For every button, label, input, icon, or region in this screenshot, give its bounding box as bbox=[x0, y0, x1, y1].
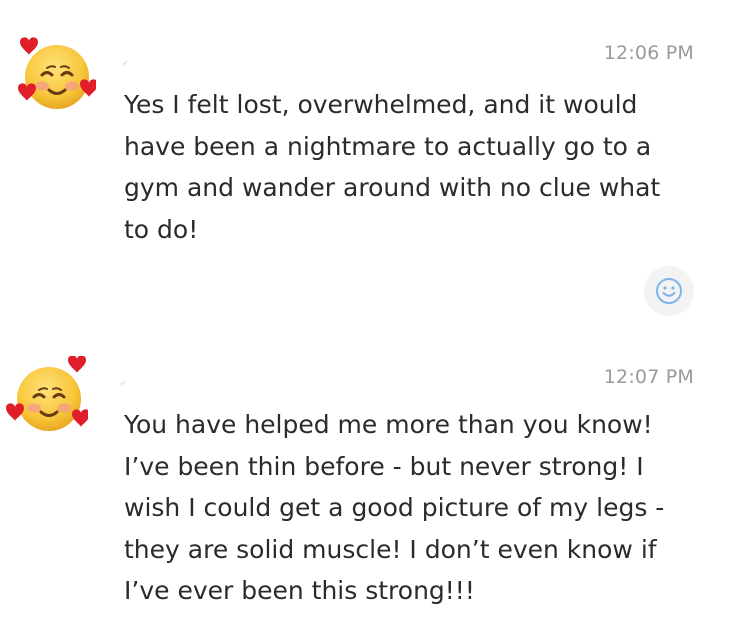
divider bbox=[122, 60, 128, 66]
message-timestamp: 12:07 PM bbox=[603, 366, 694, 388]
chat-thread: 12:06 PM Yes I felt lost, overwhelmed, a… bbox=[0, 0, 750, 633]
message-text: Yes I felt lost, overwhelmed, and it wou… bbox=[124, 90, 661, 244]
add-reaction-button[interactable] bbox=[644, 266, 694, 316]
divider bbox=[120, 380, 126, 386]
message-timestamp: 12:06 PM bbox=[603, 42, 694, 64]
smiley-face-icon bbox=[654, 276, 684, 306]
message-item: 12:07 PM You have helped me more than yo… bbox=[0, 330, 750, 633]
smiling-face-with-hearts-icon bbox=[6, 355, 90, 438]
smiling-face-with-hearts-icon bbox=[14, 34, 98, 116]
message-item: 12:06 PM Yes I felt lost, overwhelmed, a… bbox=[0, 0, 750, 330]
message-text: You have helped me more than you know! I… bbox=[124, 410, 665, 605]
